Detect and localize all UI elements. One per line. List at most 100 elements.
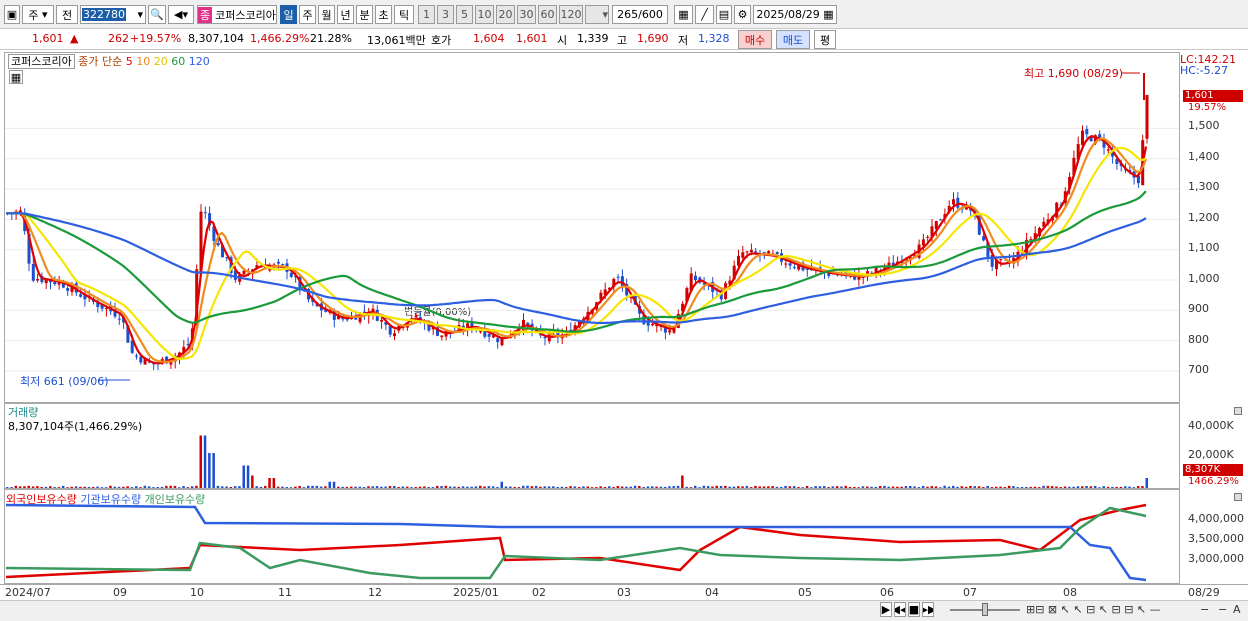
candle-body bbox=[1081, 130, 1084, 146]
volume-bar bbox=[109, 485, 112, 488]
volume-bar bbox=[345, 486, 349, 488]
volume-bar bbox=[418, 486, 422, 488]
volume-bar bbox=[1098, 487, 1101, 488]
volume-bar bbox=[1046, 485, 1050, 488]
volume-bar bbox=[487, 486, 491, 488]
zoom-in-icon[interactable]: − bbox=[1218, 603, 1227, 616]
volume-bar bbox=[857, 487, 860, 488]
candle-body bbox=[414, 315, 418, 318]
volume-bar bbox=[651, 486, 654, 488]
volume-bar bbox=[1081, 486, 1084, 488]
candle-body bbox=[792, 267, 796, 269]
volume-bar bbox=[117, 486, 121, 488]
volume-bar bbox=[31, 486, 35, 488]
volume-bar bbox=[27, 485, 30, 488]
volume-bar bbox=[272, 478, 276, 488]
fast-forward-icon[interactable]: ▶▶ bbox=[922, 602, 934, 617]
volume-bar bbox=[668, 486, 671, 488]
volume-bar bbox=[861, 486, 865, 488]
candle-body bbox=[440, 335, 444, 338]
volume-bar bbox=[917, 487, 921, 488]
volume-bar bbox=[380, 486, 383, 488]
volume-bar bbox=[638, 486, 641, 488]
volume-bar bbox=[1007, 485, 1011, 488]
volume-bar bbox=[66, 487, 69, 488]
volume-bar bbox=[560, 486, 564, 488]
chart-tools-icons[interactable]: ⊞⊟ ⊠ ↖ ↖ ⊟ ↖ ⊟ ⊟ ↖ — bbox=[1026, 603, 1161, 616]
volume-bar bbox=[49, 486, 52, 488]
volume-bar bbox=[672, 486, 675, 488]
volume-bar bbox=[681, 475, 684, 488]
volume-bar bbox=[328, 481, 331, 488]
volume-bar bbox=[737, 486, 740, 488]
volume-bar bbox=[259, 486, 263, 488]
volume-bar bbox=[1025, 486, 1028, 488]
volume-bar bbox=[939, 487, 942, 488]
volume-bar bbox=[160, 486, 164, 488]
volume-bar bbox=[1050, 486, 1054, 488]
volume-bar bbox=[577, 487, 581, 488]
volume-bar bbox=[797, 486, 800, 488]
volume-bar bbox=[934, 486, 938, 488]
volume-bar bbox=[268, 478, 271, 488]
volume-bar bbox=[973, 486, 976, 488]
volume-bar bbox=[302, 487, 306, 488]
volume-bar bbox=[367, 486, 370, 488]
volume-bar bbox=[1016, 487, 1019, 488]
volume-bar bbox=[87, 486, 91, 488]
volume-bar bbox=[169, 485, 172, 488]
volume-bar bbox=[212, 453, 215, 488]
ma120-line bbox=[6, 212, 1147, 325]
volume-bar bbox=[23, 486, 26, 488]
scroll-right-icon[interactable]: ▶ bbox=[880, 602, 892, 617]
volume-bar bbox=[18, 486, 22, 488]
candle-body bbox=[31, 263, 35, 281]
candle-body bbox=[117, 318, 121, 320]
rewind-icon[interactable]: ◀◀ bbox=[894, 602, 906, 617]
candle-body bbox=[135, 355, 138, 357]
volume-bar bbox=[229, 486, 233, 488]
candle-body bbox=[741, 252, 745, 258]
volume-bar bbox=[315, 485, 319, 488]
volume-bar bbox=[711, 486, 714, 488]
volume-bar bbox=[238, 486, 241, 488]
candle-body bbox=[500, 338, 504, 346]
volume-bar bbox=[264, 485, 267, 488]
volume-bar bbox=[225, 486, 228, 488]
volume-bar bbox=[246, 465, 250, 488]
volume-bar bbox=[1128, 486, 1131, 488]
volume-bar bbox=[337, 486, 340, 488]
volume-bar bbox=[749, 487, 753, 488]
volume-bar bbox=[156, 487, 159, 488]
volume-bar bbox=[474, 486, 478, 488]
volume-bar bbox=[1029, 486, 1032, 488]
font-size-icon[interactable]: A bbox=[1233, 603, 1241, 616]
volume-bar bbox=[276, 486, 280, 488]
volume-bar bbox=[255, 486, 258, 488]
volume-bar bbox=[620, 486, 624, 488]
candle-body bbox=[388, 326, 392, 335]
volume-bar bbox=[960, 486, 964, 488]
candle-body bbox=[956, 197, 960, 208]
volume-bar bbox=[388, 486, 392, 488]
volume-bar bbox=[427, 487, 430, 488]
volume-bar bbox=[233, 486, 237, 488]
zoom-slider-handle[interactable] bbox=[982, 603, 988, 616]
volume-bar bbox=[182, 486, 185, 488]
stop-icon[interactable]: ■ bbox=[908, 602, 920, 617]
zoom-out-icon[interactable]: − bbox=[1200, 603, 1209, 616]
volume-bar bbox=[1119, 486, 1123, 488]
volume-bar bbox=[775, 486, 779, 488]
volume-bar bbox=[221, 486, 224, 488]
volume-bar bbox=[754, 485, 757, 488]
volume-bar bbox=[307, 485, 310, 488]
volume-bar bbox=[466, 486, 469, 488]
volume-bar bbox=[539, 486, 542, 488]
volume-bar bbox=[40, 486, 43, 488]
volume-bar bbox=[633, 485, 637, 488]
volume-bar bbox=[969, 485, 972, 488]
volume-bar bbox=[676, 485, 680, 488]
volume-bar bbox=[332, 481, 336, 488]
volume-bar bbox=[724, 485, 727, 488]
volume-bar bbox=[608, 486, 611, 488]
